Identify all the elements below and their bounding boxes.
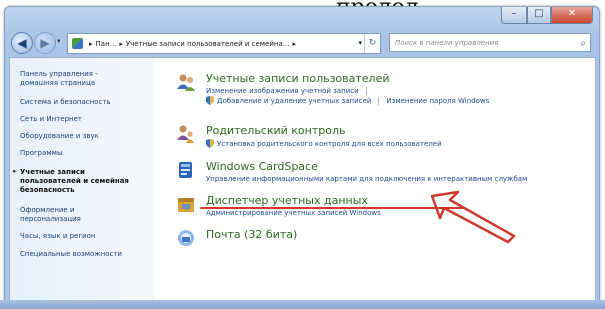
- section-links: Установка родительского контроля для все…: [206, 139, 442, 148]
- sidebar-item-label: Сеть и Интернет: [20, 115, 82, 123]
- search-placeholder: Поиск в панели управления: [395, 39, 499, 47]
- minimize-button[interactable]: –: [501, 7, 527, 24]
- sidebar-item-label: Специальные возможности: [20, 250, 122, 258]
- control-panel-icon: [72, 38, 83, 49]
- window-controls: – □ ✕: [501, 7, 593, 24]
- link-divider: [378, 96, 380, 105]
- active-bullet-icon: •: [12, 168, 17, 176]
- maximize-button[interactable]: □: [527, 7, 551, 24]
- section-title[interactable]: Windows CardSpace: [206, 160, 318, 173]
- search-icon[interactable]: ⌕: [580, 34, 586, 53]
- mail-icon: [178, 230, 194, 246]
- sidebar-item-hardware-sound[interactable]: Оборудование и звук: [20, 132, 152, 141]
- shield-icon: [206, 96, 214, 105]
- section-links: Администрирование учетных записей Window…: [206, 209, 381, 217]
- users-icon: [177, 74, 195, 91]
- close-button[interactable]: ✕: [551, 7, 593, 24]
- sidebar-item-programs[interactable]: Программы: [20, 149, 152, 158]
- change-windows-password-link[interactable]: Изменение пароля Windows: [386, 97, 489, 105]
- sidebar-item-system-security[interactable]: Система и безопасность: [20, 98, 152, 107]
- content-area: Панель управления - домашняя страница Си…: [9, 57, 596, 303]
- annotation-underline: [200, 207, 464, 209]
- sidebar-item-home[interactable]: Панель управления - домашняя страница: [20, 70, 152, 88]
- sidebar-item-label: пользователей и семейная: [20, 177, 129, 185]
- section-title[interactable]: Родительский контроль: [206, 124, 346, 137]
- section-title[interactable]: Почта (32 бита): [206, 228, 297, 241]
- refresh-icon[interactable]: ↻: [364, 34, 380, 53]
- arrow-left-icon: ◀: [17, 36, 27, 50]
- section-title[interactable]: Учетные записи пользователей: [206, 72, 390, 85]
- cardspace-icon: [179, 162, 192, 178]
- address-dropdown-icon[interactable]: ▾: [358, 39, 362, 47]
- search-input[interactable]: Поиск в панели управления ⌕: [389, 33, 591, 52]
- sidebar-item-network[interactable]: Сеть и Интернет: [20, 115, 152, 124]
- setup-parental-control-link[interactable]: Установка родительского контроля для все…: [217, 140, 442, 148]
- annotation-arrow-icon: [430, 190, 516, 244]
- section-links: Изменение изображения учетной записи: [206, 87, 374, 95]
- breadcrumb-control-panel[interactable]: Пан...: [96, 40, 117, 48]
- section-links: Управление информационными картами для п…: [206, 175, 527, 183]
- sidebar-item-label: Оборудование и звук: [20, 132, 99, 140]
- main-panel: Учетные записи пользователей Изменение и…: [160, 58, 590, 302]
- control-panel-window: – □ ✕ ◀ ▶ ▾ ▸ Пан... ▸ Учетные записи по…: [4, 6, 600, 306]
- manage-windows-credentials-link[interactable]: Администрирование учетных записей Window…: [206, 209, 381, 217]
- sidebar-item-label: Учетные записи: [20, 168, 85, 176]
- sidebar-item-label: безопасность: [20, 186, 75, 194]
- sidebar-item-label: Часы, язык и регион: [20, 232, 96, 240]
- sidebar-item-appearance[interactable]: Оформление и персонализация: [20, 206, 152, 224]
- breadcrumb-separator: ▸: [292, 39, 296, 48]
- sidebar-item-label: Система и безопасность: [20, 98, 111, 106]
- title-bar: – □ ✕: [5, 7, 599, 29]
- sidebar-item-label: персонализация: [20, 215, 81, 223]
- recent-pages-dropdown[interactable]: ▾: [57, 37, 61, 45]
- section-links: Добавление и удаление учетных записей Из…: [206, 96, 489, 105]
- forward-button[interactable]: ▶: [34, 32, 56, 54]
- parental-control-icon: [177, 125, 194, 143]
- sidebar-item-clock-language[interactable]: Часы, язык и регион: [20, 232, 152, 241]
- arrow-right-icon: ▶: [40, 36, 50, 50]
- breadcrumb-separator: ▸: [89, 39, 93, 48]
- sidebar-item-accessibility[interactable]: Специальные возможности: [20, 250, 152, 259]
- manage-cards-link[interactable]: Управление информационными картами для п…: [206, 175, 527, 183]
- add-remove-accounts-link[interactable]: Добавление и удаление учетных записей: [217, 97, 371, 105]
- sidebar-item-label: Программы: [20, 149, 63, 157]
- sidebar-item-label: Панель управления -: [20, 70, 98, 78]
- sidebar-item-label: Оформление и: [20, 206, 75, 214]
- sidebar-item-label: домашняя страница: [20, 79, 96, 87]
- sidebar-item-user-accounts[interactable]: • Учетные записи пользователей и семейна…: [12, 168, 152, 195]
- section-title[interactable]: Диспетчер учетных данных: [206, 194, 368, 207]
- address-bar[interactable]: ▸ Пан... ▸ Учетные записи пользователей …: [67, 33, 381, 54]
- change-picture-link[interactable]: Изменение изображения учетной записи: [206, 87, 359, 95]
- page: продол – □ ✕ ◀ ▶ ▾ ▸ Пан... ▸ Учетные з: [0, 0, 605, 309]
- link-divider: [365, 87, 367, 95]
- sidebar: Панель управления - домашняя страница Си…: [10, 58, 154, 302]
- shield-icon: [206, 139, 214, 148]
- breadcrumb-separator: ▸: [119, 39, 123, 48]
- bottom-bar: [0, 300, 605, 309]
- back-button[interactable]: ◀: [11, 32, 33, 54]
- navigation-toolbar: ◀ ▶ ▾ ▸ Пан... ▸ Учетные записи пользова…: [5, 29, 599, 57]
- breadcrumb-user-accounts[interactable]: Учетные записи пользователей и семейна..…: [126, 40, 290, 48]
- credential-manager-icon: [178, 198, 194, 212]
